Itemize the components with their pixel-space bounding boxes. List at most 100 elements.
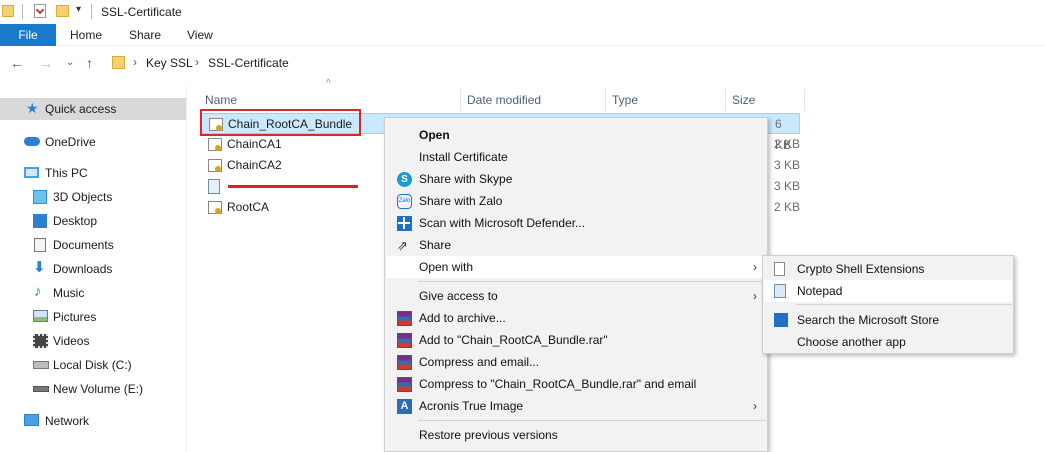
redacted-filename (228, 185, 358, 188)
chevron-right-icon: › (753, 260, 757, 274)
open-with-submenu: Crypto Shell Extensions Notepad Search t… (762, 255, 1014, 354)
sidebar-item-downloads[interactable]: ⬇ Downloads (0, 258, 186, 280)
sidebar-item-videos[interactable]: Videos (0, 330, 186, 352)
back-arrow-icon[interactable]: ← (10, 55, 24, 71)
column-header-name[interactable]: Name (195, 89, 460, 111)
cube-icon (33, 190, 47, 204)
column-header-date-modified[interactable]: Date modified (460, 89, 605, 111)
sidebar-item-3d-objects[interactable]: 3D Objects (0, 186, 186, 208)
menu-item-compress-email[interactable]: Compress and email... (386, 351, 767, 373)
forward-arrow-icon[interactable]: → (39, 55, 53, 71)
sidebar-item-pictures[interactable]: Pictures (0, 306, 186, 328)
picture-icon (33, 310, 48, 322)
menu-item-choose-another-app[interactable]: Choose another app (764, 331, 1012, 353)
navigation-pane: ★ Quick access OneDrive This PC 3D Objec… (0, 86, 187, 452)
sidebar-item-desktop[interactable]: Desktop (0, 210, 186, 232)
file-size: 3 KB (774, 158, 801, 172)
sidebar-item-this-pc[interactable]: This PC (0, 162, 186, 184)
menu-item-install-certificate[interactable]: Install Certificate (386, 146, 767, 168)
certificate-icon (208, 138, 222, 151)
file-size: 3 KB (774, 179, 801, 193)
ribbon-tabs: File Home Share View (0, 24, 1045, 46)
blank-file-icon (774, 262, 785, 276)
menu-item-restore-previous-versions[interactable]: Restore previous versions (386, 424, 767, 446)
customize-toolbar-icon[interactable]: ▾ (76, 4, 81, 15)
folder-icon (2, 5, 14, 17)
defender-shield-icon (397, 216, 412, 231)
winrar-icon (397, 311, 412, 326)
sidebar-item-network[interactable]: Network (0, 410, 186, 432)
new-folder-icon[interactable] (56, 5, 69, 17)
sidebar-item-new-volume[interactable]: New Volume (E:) (0, 378, 186, 400)
file-name: ChainCA2 (227, 158, 282, 172)
menu-separator (418, 281, 766, 282)
file-size: 2 KB (774, 200, 801, 214)
divider (22, 4, 23, 19)
network-icon (24, 414, 39, 426)
desktop-icon (33, 214, 47, 228)
zalo-icon: Zalo (397, 194, 412, 209)
window-title: SSL-Certificate (101, 5, 182, 19)
skype-icon: S (397, 172, 412, 187)
up-arrow-icon[interactable]: ↑ (86, 55, 93, 71)
recent-locations-chevron-icon[interactable]: ⌄ (66, 57, 74, 68)
menu-separator (418, 420, 766, 421)
menu-item-add-archive[interactable]: Add to archive... (386, 307, 767, 329)
column-header-size[interactable]: Size (725, 89, 805, 111)
column-header-type[interactable]: Type (605, 89, 725, 111)
menu-item-microsoft-store[interactable]: Search the Microsoft Store (764, 309, 1012, 331)
sidebar-item-quick-access[interactable]: ★ Quick access (0, 98, 186, 120)
sidebar-item-music[interactable]: ♪ Music (0, 282, 186, 304)
menu-item-add-rar[interactable]: Add to "Chain_RootCA_Bundle.rar" (386, 329, 767, 351)
menu-item-compress-rar-email[interactable]: Compress to "Chain_RootCA_Bundle.rar" an… (386, 373, 767, 395)
film-icon (33, 334, 48, 348)
menu-item-scan-defender[interactable]: Scan with Microsoft Defender... (386, 212, 767, 234)
menu-item-acronis[interactable]: A Acronis True Image › (386, 395, 767, 417)
download-arrow-icon: ⬇ (33, 259, 46, 276)
acronis-icon: A (397, 399, 412, 414)
menu-item-share-skype[interactable]: S Share with Skype (386, 168, 767, 190)
drive-icon (33, 386, 49, 392)
file-name: RootCA (227, 200, 270, 214)
breadcrumb-key-ssl[interactable]: Key SSL (146, 56, 193, 70)
properties-icon[interactable] (34, 4, 46, 18)
sort-ascending-icon: ^ (326, 78, 331, 89)
sidebar-item-documents[interactable]: Documents (0, 234, 186, 256)
breadcrumb-separator: › (133, 55, 137, 69)
address-bar[interactable]: › Key SSL › SSL-Certificate (107, 52, 1045, 74)
chevron-right-icon: › (753, 289, 757, 303)
winrar-icon (397, 355, 412, 370)
drive-icon (33, 361, 49, 369)
tab-home[interactable]: Home (70, 24, 102, 46)
file-size: 2 KB (774, 137, 801, 151)
notepad-icon (774, 284, 786, 298)
menu-item-open-with[interactable]: Open with › (386, 256, 767, 278)
menu-item-notepad[interactable]: Notepad (764, 280, 1012, 302)
menu-item-give-access[interactable]: Give access to › (386, 285, 767, 307)
menu-item-share[interactable]: ⇗ Share (386, 234, 767, 256)
chevron-right-icon: › (753, 399, 757, 413)
notepad-file-icon (208, 179, 220, 194)
tab-share[interactable]: Share (129, 24, 161, 46)
divider (91, 4, 92, 19)
menu-item-open[interactable]: Open (386, 124, 767, 146)
file-name: ChainCA1 (227, 137, 282, 151)
menu-item-share-zalo[interactable]: Zalo Share with Zalo (386, 190, 767, 212)
tab-view[interactable]: View (187, 24, 213, 46)
music-note-icon: ♪ (34, 283, 42, 300)
certificate-icon (208, 201, 222, 214)
certificate-icon (208, 159, 222, 172)
sidebar-item-local-disk[interactable]: Local Disk (C:) (0, 354, 186, 376)
title-bar: ▾ SSL-Certificate (0, 0, 1045, 24)
store-icon (774, 313, 788, 327)
cloud-icon (24, 137, 40, 146)
winrar-icon (397, 377, 412, 392)
sidebar-item-onedrive[interactable]: OneDrive (0, 131, 186, 153)
breadcrumb-ssl-certificate[interactable]: SSL-Certificate (208, 56, 289, 70)
winrar-icon (397, 333, 412, 348)
tab-file[interactable]: File (0, 24, 56, 46)
menu-item-crypto-shell[interactable]: Crypto Shell Extensions (764, 258, 1012, 280)
document-icon (34, 238, 46, 252)
breadcrumb-separator: › (195, 55, 199, 69)
star-icon: ★ (26, 100, 39, 116)
